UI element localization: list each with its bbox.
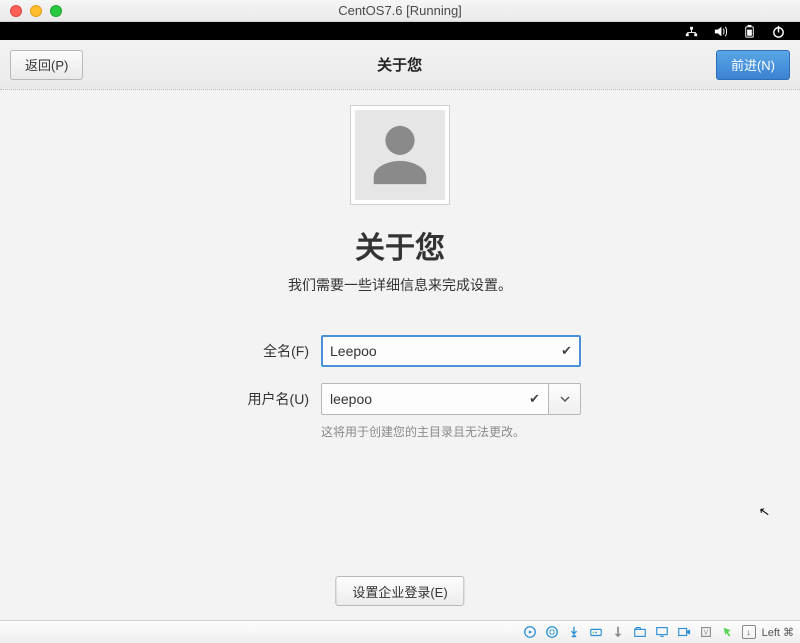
network-icon[interactable] bbox=[684, 24, 699, 39]
username-label: 用户名(U) bbox=[219, 389, 309, 409]
volume-icon[interactable] bbox=[713, 24, 728, 39]
vb-usb-icon[interactable] bbox=[566, 624, 582, 640]
svg-text:V: V bbox=[703, 630, 708, 637]
mouse-cursor: ↖ bbox=[758, 503, 772, 521]
mac-minimize-button[interactable] bbox=[30, 5, 42, 17]
mac-zoom-button[interactable] bbox=[50, 5, 62, 17]
virtualbox-statusbar: V ↓ Left ⌘ bbox=[0, 620, 800, 643]
username-hint: 这将用于创建您的主目录且无法更改。 bbox=[321, 423, 581, 440]
vb-hostkey-label: Left ⌘ bbox=[762, 626, 794, 639]
username-value: leepoo bbox=[330, 391, 372, 407]
vb-shared-folder-icon[interactable] bbox=[632, 624, 648, 640]
vb-recording-icon[interactable] bbox=[676, 624, 692, 640]
vb-optical-icon[interactable] bbox=[544, 624, 560, 640]
about-subtitle: 我们需要一些详细信息来完成设置。 bbox=[288, 275, 512, 295]
username-input[interactable]: leepoo ✔ bbox=[321, 383, 549, 415]
back-button[interactable]: 返回(P) bbox=[10, 50, 83, 80]
vb-hdd-icon[interactable] bbox=[522, 624, 538, 640]
headerbar-title: 关于您 bbox=[377, 54, 422, 75]
mac-titlebar: CentOS7.6 [Running] bbox=[0, 0, 800, 22]
chevron-down-icon bbox=[560, 394, 570, 404]
check-icon: ✔ bbox=[561, 343, 572, 359]
power-icon[interactable] bbox=[771, 24, 786, 39]
mac-close-button[interactable] bbox=[10, 5, 22, 17]
forward-button[interactable]: 前进(N) bbox=[716, 50, 790, 80]
gnome-top-panel bbox=[0, 22, 800, 40]
vb-guest-additions-icon[interactable]: V bbox=[698, 624, 714, 640]
vb-mouse-integration-icon[interactable] bbox=[720, 624, 736, 640]
fullname-input[interactable]: Leepoo ✔ bbox=[321, 335, 581, 367]
user-icon bbox=[365, 120, 435, 190]
enterprise-login-button[interactable]: 设置企业登录(E) bbox=[335, 576, 464, 606]
setup-content: 关于您 我们需要一些详细信息来完成设置。 全名(F) Leepoo ✔ 用户名(… bbox=[0, 90, 800, 620]
vb-network-icon[interactable] bbox=[588, 624, 604, 640]
fullname-value: Leepoo bbox=[330, 343, 377, 359]
window-title: CentOS7.6 [Running] bbox=[0, 3, 800, 18]
vb-audio-icon[interactable] bbox=[610, 624, 626, 640]
avatar-placeholder[interactable] bbox=[350, 105, 450, 205]
fullname-label: 全名(F) bbox=[219, 341, 309, 361]
vb-display-icon[interactable] bbox=[654, 624, 670, 640]
check-icon: ✔ bbox=[529, 391, 540, 407]
setup-headerbar: 返回(P) 关于您 前进(N) bbox=[0, 40, 800, 90]
battery-icon[interactable] bbox=[742, 24, 757, 39]
vb-hostkey-arrow-icon: ↓ bbox=[742, 625, 756, 639]
username-dropdown-button[interactable] bbox=[549, 383, 581, 415]
about-heading: 关于您 bbox=[355, 223, 445, 267]
